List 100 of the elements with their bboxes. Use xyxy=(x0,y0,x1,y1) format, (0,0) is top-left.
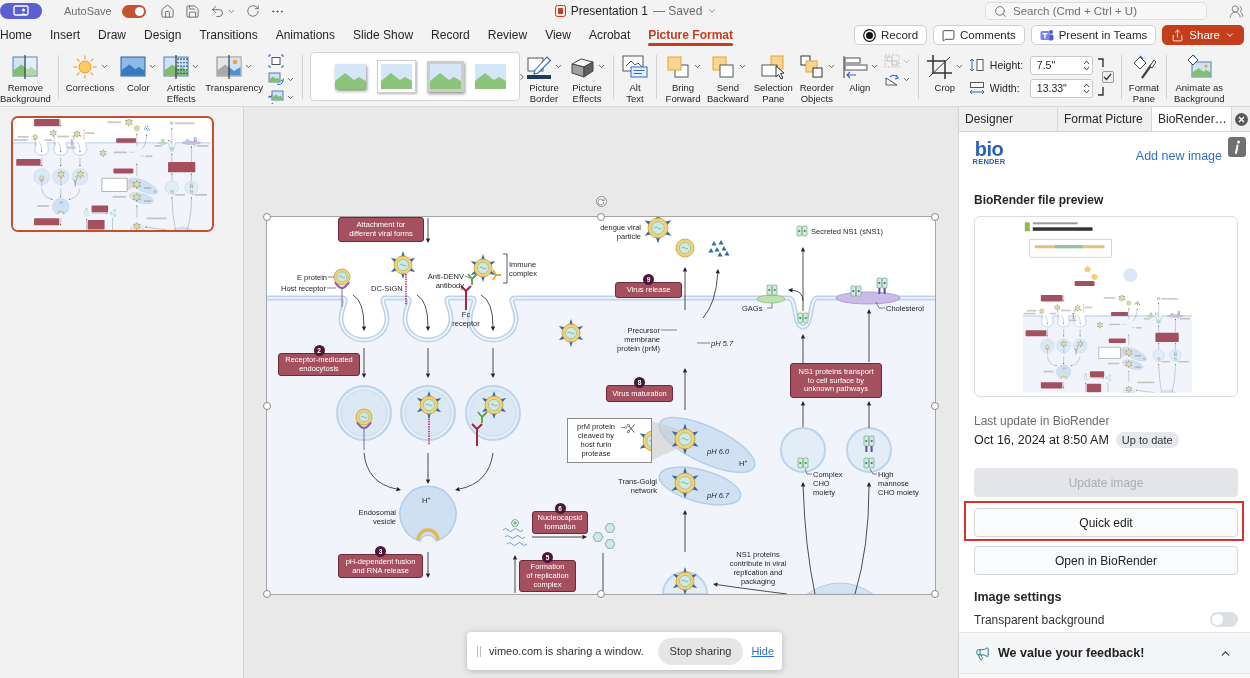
antibody xyxy=(492,269,502,281)
resize-handle[interactable] xyxy=(263,401,271,410)
selection-pane-button[interactable]: Selection Pane xyxy=(753,48,793,104)
arrow xyxy=(866,309,872,363)
menu-tab[interactable]: View xyxy=(545,22,571,48)
menu-tab[interactable]: Animations xyxy=(275,22,336,48)
menu-tab[interactable]: Design xyxy=(144,22,182,48)
slide-thumbnail[interactable] xyxy=(11,116,214,232)
send-backward-button[interactable]: Send Backward xyxy=(707,48,749,104)
menu-tab[interactable]: Acrobat xyxy=(588,22,631,48)
chevron-right-icon xyxy=(517,71,527,82)
autosave-toggle[interactable] xyxy=(121,4,146,18)
landscape-faded-icon xyxy=(215,53,244,80)
spinner-icon[interactable] xyxy=(1082,81,1090,95)
menu-tab[interactable]: Review xyxy=(487,22,528,48)
menu-tab[interactable]: Picture Format xyxy=(648,22,733,48)
add-image-link[interactable]: Add new image xyxy=(1135,149,1222,163)
width-label: Width: xyxy=(989,82,1021,94)
info-icon[interactable] xyxy=(1228,137,1246,157)
panel-tab[interactable]: BioRender… xyxy=(1152,107,1232,131)
resize-handle[interactable] xyxy=(931,401,939,410)
resize-handle[interactable] xyxy=(263,213,271,221)
caret-icon xyxy=(244,62,254,71)
home-icon[interactable] xyxy=(159,3,175,19)
redo-icon[interactable] xyxy=(245,4,260,18)
spinner-icon[interactable] xyxy=(1082,58,1090,72)
leader-line xyxy=(869,468,878,475)
gallery-more-button[interactable] xyxy=(517,71,527,82)
immature-virus-icon xyxy=(416,391,442,419)
share-button[interactable]: Share xyxy=(1162,25,1244,45)
feedback-bar[interactable]: We value your feedback! xyxy=(959,632,1250,673)
save-icon[interactable] xyxy=(184,3,200,19)
animate-background-button[interactable]: Animate as Background xyxy=(1173,48,1225,104)
ns1-dimer-icon xyxy=(876,277,888,294)
alt-text-button[interactable]: Alt Text xyxy=(621,48,649,104)
sun-icon xyxy=(71,53,99,80)
stop-sharing-button[interactable]: Stop sharing xyxy=(657,637,744,665)
rotate-icon xyxy=(597,197,605,206)
format-pane-button[interactable]: Format Pane xyxy=(1128,48,1159,104)
bring-forward-button[interactable]: Bring Forward xyxy=(664,48,702,104)
record-button[interactable]: Record xyxy=(854,25,928,45)
height-field[interactable]: 7.5" xyxy=(1029,55,1093,75)
crop-icon xyxy=(925,53,954,80)
reset-picture-button[interactable] xyxy=(268,89,295,105)
presenter-button[interactable] xyxy=(0,3,42,19)
artistic-effects-button[interactable]: Artistic Effects xyxy=(162,48,201,104)
menu-tab[interactable]: Home xyxy=(0,22,32,48)
nucleocapsid-arc xyxy=(416,528,440,541)
panel-action-button[interactable]: Open in BioRender xyxy=(974,546,1238,575)
width-field[interactable]: 13.33" xyxy=(1029,78,1093,98)
arrow xyxy=(702,269,720,319)
resize-handle[interactable] xyxy=(931,213,939,221)
check-icon xyxy=(1103,72,1113,81)
people-icon[interactable] xyxy=(1229,3,1244,19)
setting-toggle[interactable] xyxy=(1210,612,1238,627)
menu-tab[interactable]: Record xyxy=(431,22,470,48)
menu-tab[interactable]: Slide Show xyxy=(353,22,414,48)
search-field[interactable]: Search (Cmd + Ctrl + U) xyxy=(985,2,1207,20)
picture-effects-button[interactable]: Picture Effects xyxy=(568,48,606,104)
compress-picture-icon xyxy=(268,54,284,68)
panel-action-button[interactable]: Quick edit xyxy=(974,508,1238,537)
menu-tab[interactable]: Draw xyxy=(98,22,127,48)
resize-handle[interactable] xyxy=(931,590,939,598)
caret-icon[interactable] xyxy=(707,6,718,16)
comments-button[interactable]: Comments xyxy=(933,25,1025,45)
comment-icon xyxy=(942,28,956,42)
document-icon xyxy=(554,5,566,17)
caret-icon xyxy=(693,62,702,71)
resize-handle[interactable] xyxy=(263,590,271,598)
transparency-button[interactable]: Transparency xyxy=(205,48,263,94)
color-button[interactable]: Color xyxy=(119,48,158,94)
corrections-button[interactable]: Corrections xyxy=(65,48,115,94)
vesicle xyxy=(780,427,826,473)
remove-background-button[interactable]: Remove Background xyxy=(0,48,51,104)
menu-tab[interactable]: Transitions xyxy=(199,22,258,48)
close-icon[interactable] xyxy=(1234,112,1248,126)
landscape-icon xyxy=(381,64,412,89)
last-update-label: Last update in BioRender xyxy=(974,414,1111,428)
teams-icon xyxy=(1039,28,1054,42)
leader-line xyxy=(875,301,886,309)
fc-receptor xyxy=(471,423,483,447)
reorder-objects-button[interactable]: Reorder Objects xyxy=(797,48,836,104)
resize-handle[interactable] xyxy=(597,213,605,221)
change-picture-button[interactable] xyxy=(268,71,295,87)
resize-handle[interactable] xyxy=(597,590,605,598)
rotate-handle[interactable] xyxy=(595,196,607,207)
picture-border-button[interactable]: Picture Border xyxy=(525,48,563,104)
save-status: — Saved xyxy=(653,4,703,18)
plus-sign-icon xyxy=(511,519,519,527)
crop-button[interactable]: Crop xyxy=(925,48,964,94)
align-button[interactable]: Align xyxy=(840,48,879,94)
undo-icon[interactable] xyxy=(209,3,225,19)
nucleocapsid-icon xyxy=(604,523,616,533)
immature-virus-icon xyxy=(481,391,507,419)
hide-link[interactable]: Hide xyxy=(751,645,774,657)
panel-tab[interactable]: Designer xyxy=(959,107,1058,131)
lock-aspect-checkbox[interactable] xyxy=(1101,70,1114,83)
teams-button[interactable]: Present in Teams xyxy=(1030,25,1157,45)
picture-style-option[interactable] xyxy=(377,60,416,93)
menu-tab[interactable]: Insert xyxy=(50,22,81,48)
